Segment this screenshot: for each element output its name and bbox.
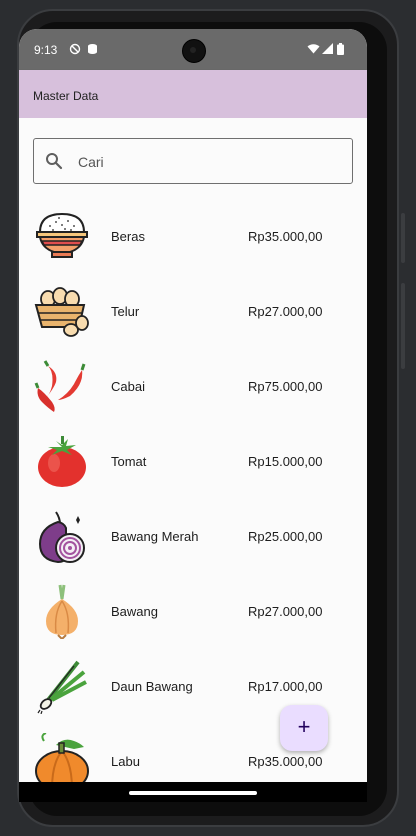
status-bar: 9:13: [19, 29, 367, 70]
item-name: Tomat: [111, 454, 147, 469]
item-name: Bawang: [111, 604, 158, 619]
item-name: Daun Bawang: [111, 679, 193, 694]
list-item[interactable]: Telur Rp27.000,00: [19, 278, 367, 353]
item-price: Rp75.000,00: [248, 379, 323, 394]
front-camera: [182, 39, 206, 63]
onion-icon: [34, 583, 90, 641]
battery-icon: [337, 43, 344, 58]
pumpkin-icon: [34, 732, 90, 792]
search-icon: [45, 152, 63, 175]
item-name: Labu: [111, 754, 140, 769]
item-price: Rp35.000,00: [248, 229, 323, 244]
page-title: Master Data: [33, 89, 99, 103]
list-item[interactable]: Bawang Rp27.000,00: [19, 578, 367, 653]
item-name: Beras: [111, 229, 145, 244]
status-time: 9:13: [34, 43, 58, 57]
red-onion-icon: [34, 508, 90, 564]
eggs-basket-icon: [34, 283, 90, 339]
content-area: Beras Rp35.000,00: [19, 118, 367, 802]
item-price: Rp15.000,00: [248, 454, 323, 469]
navigation-bar: [19, 782, 367, 802]
list-item[interactable]: Beras Rp35.000,00: [19, 203, 367, 278]
rice-bowl-icon: [34, 208, 90, 264]
item-name: Telur: [111, 304, 140, 319]
tomato-icon: [34, 433, 90, 489]
list-item[interactable]: Cabai Rp75.000,00: [19, 353, 367, 428]
item-price: Rp27.000,00: [248, 604, 323, 619]
list-item[interactable]: Bawang Merah Rp25.000,00: [19, 503, 367, 578]
privacy-shield-icon: [69, 43, 81, 58]
item-price: Rp25.000,00: [248, 529, 323, 544]
signal-icon: [322, 43, 333, 57]
add-item-button[interactable]: +: [280, 705, 328, 751]
power-button: [401, 213, 405, 263]
item-name: Bawang Merah: [111, 529, 199, 544]
home-gesture-handle[interactable]: [129, 791, 257, 795]
item-price: Rp17.000,00: [248, 679, 323, 694]
volume-button: [401, 283, 405, 369]
app-bar: Master Data: [19, 70, 367, 118]
list-item[interactable]: Tomat Rp15.000,00: [19, 428, 367, 503]
app-screen: 9:13 Master Data Cari Beras Rp35.000,00 …: [19, 29, 367, 802]
item-name: Cabai: [111, 379, 145, 394]
item-price: Rp27.000,00: [248, 304, 323, 319]
wifi-icon: [307, 43, 320, 57]
search-input[interactable]: [76, 149, 340, 175]
scallion-icon: [34, 658, 90, 715]
chili-icon: [34, 358, 90, 414]
storage-icon: [87, 43, 98, 58]
item-price: Rp35.000,00: [248, 754, 323, 769]
search-box[interactable]: [33, 138, 353, 184]
